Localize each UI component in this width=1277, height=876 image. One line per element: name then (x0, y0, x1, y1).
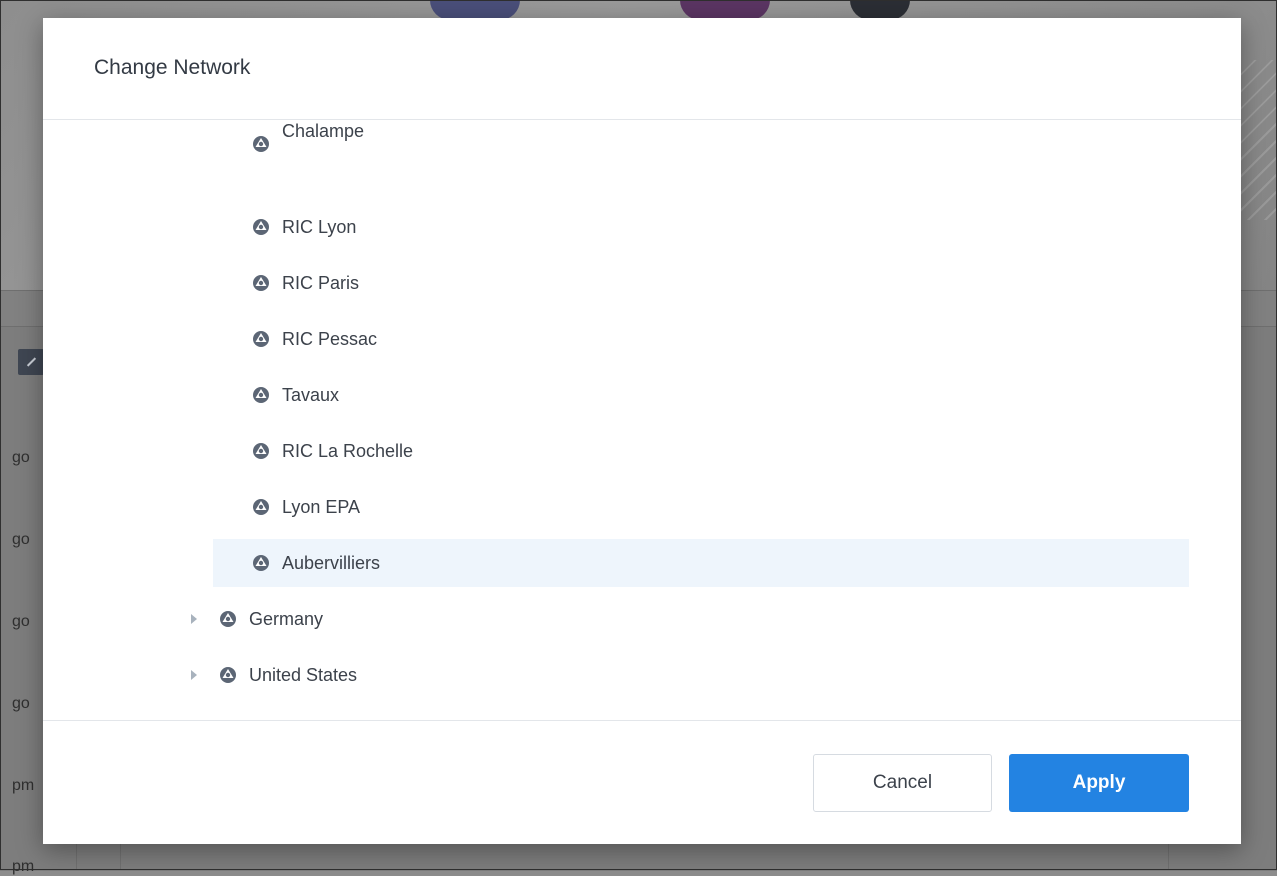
network-tree[interactable]: Chalampe RIC Lyon RIC Paris RIC Pessac T… (43, 120, 1241, 720)
tree-item-label: RIC Lyon (282, 216, 357, 237)
background-decoration (680, 0, 770, 20)
tree-item[interactable]: Lyon EPA (213, 483, 1189, 531)
tree-item[interactable]: RIC La Rochelle (213, 427, 1189, 475)
tree-item-label: RIC Paris (282, 272, 360, 293)
background-decoration (430, 0, 520, 20)
tree-item-label: Lyon EPA (282, 496, 361, 517)
apply-button[interactable]: Apply (1009, 754, 1189, 812)
change-network-dialog: Change Network Chalampe RIC Lyon RIC Par… (43, 18, 1241, 844)
tree-item[interactable]: Tavaux (213, 371, 1189, 419)
tree-item-selected[interactable]: Aubervilliers (213, 539, 1189, 587)
background-row-text: pm (12, 777, 35, 794)
caret-right-icon[interactable] (191, 614, 197, 624)
tree-item-label: Aubervilliers (282, 552, 381, 573)
tree-item-label: Chalampe (282, 121, 365, 141)
background-row-text: go (12, 613, 30, 630)
network-node-icon (253, 555, 269, 571)
tree-item[interactable]: Chalampe (213, 121, 1189, 177)
network-node-icon (253, 331, 269, 347)
background-decoration (1240, 60, 1277, 220)
network-node-icon (253, 275, 269, 291)
background-row-text: go (12, 695, 30, 712)
network-node-icon (253, 136, 269, 152)
caret-right-icon[interactable] (191, 670, 197, 680)
background-row-text: go (12, 531, 30, 548)
dialog-footer: Cancel Apply (43, 720, 1241, 845)
tree-item-label: Germany (249, 608, 324, 629)
background-row-text: go (12, 449, 30, 466)
dialog-header: Change Network (43, 18, 1241, 120)
network-node-icon (253, 499, 269, 515)
network-node-icon (220, 611, 236, 627)
tree-item-label: RIC La Rochelle (282, 440, 414, 461)
network-node-icon (253, 219, 269, 235)
tree-item[interactable]: RIC Pessac (213, 315, 1189, 363)
cancel-button[interactable]: Cancel (813, 754, 992, 812)
network-node-icon (253, 443, 269, 459)
network-node-icon (253, 387, 269, 403)
tree-item-label: Tavaux (282, 384, 340, 405)
tree-item-united-states[interactable]: United States (183, 651, 1189, 699)
background-row-text: pm (12, 858, 35, 875)
edit-icon (18, 349, 44, 375)
tree-item-label: United States (249, 664, 358, 685)
dialog-title: Change Network (94, 56, 251, 79)
tree-item[interactable]: RIC Paris (213, 259, 1189, 307)
tree-item-germany[interactable]: Germany (183, 595, 1189, 643)
tree-item[interactable]: RIC Lyon (213, 203, 1189, 251)
tree-item-label: RIC Pessac (282, 328, 378, 349)
network-node-icon (220, 667, 236, 683)
